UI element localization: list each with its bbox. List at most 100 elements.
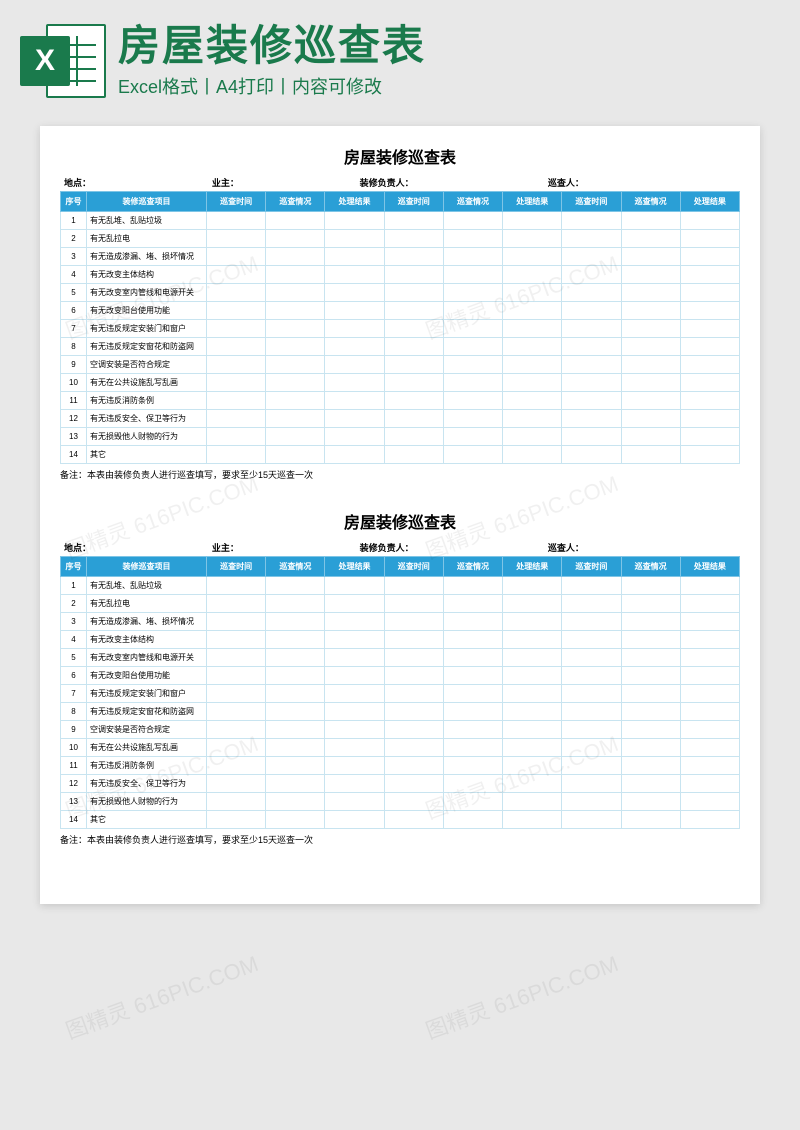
empty-cell <box>503 811 562 829</box>
empty-cell <box>207 446 266 464</box>
empty-cell <box>562 775 621 793</box>
column-header: 巡查时间 <box>384 557 443 577</box>
empty-cell <box>266 811 325 829</box>
empty-cell <box>266 266 325 284</box>
empty-cell <box>443 428 502 446</box>
empty-cell <box>503 392 562 410</box>
empty-cell <box>384 284 443 302</box>
empty-cell <box>680 230 739 248</box>
empty-cell <box>207 230 266 248</box>
empty-cell <box>621 739 680 757</box>
row-item: 空调安装是否符合规定 <box>87 356 207 374</box>
table-row: 10有无在公共设施乱写乱画 <box>61 374 740 392</box>
empty-cell <box>325 248 384 266</box>
empty-cell <box>621 320 680 338</box>
row-item: 有无改变主体结构 <box>87 631 207 649</box>
empty-cell <box>621 775 680 793</box>
row-item: 有无造成渗漏、堵、损坏情况 <box>87 248 207 266</box>
empty-cell <box>562 302 621 320</box>
row-item: 其它 <box>87 811 207 829</box>
empty-cell <box>443 613 502 631</box>
info-label: 装修负责人： <box>360 541 548 554</box>
row-item: 有无违反规定安装门和窗户 <box>87 685 207 703</box>
row-seq: 10 <box>61 739 87 757</box>
empty-cell <box>384 595 443 613</box>
empty-cell <box>325 613 384 631</box>
empty-cell <box>680 320 739 338</box>
empty-cell <box>680 685 739 703</box>
empty-cell <box>443 685 502 703</box>
empty-cell <box>325 811 384 829</box>
row-item: 有无在公共设施乱写乱画 <box>87 739 207 757</box>
empty-cell <box>680 284 739 302</box>
row-seq: 7 <box>61 685 87 703</box>
empty-cell <box>325 320 384 338</box>
empty-cell <box>621 649 680 667</box>
inspection-table: 序号装修巡查项目巡查时间巡查情况处理结果巡查时间巡查情况处理结果巡查时间巡查情况… <box>60 556 740 829</box>
empty-cell <box>384 631 443 649</box>
empty-cell <box>621 446 680 464</box>
empty-cell <box>325 649 384 667</box>
row-item: 有无违反规定安窗花和防盗网 <box>87 338 207 356</box>
empty-cell <box>443 577 502 595</box>
empty-cell <box>325 230 384 248</box>
empty-cell <box>680 446 739 464</box>
row-seq: 4 <box>61 266 87 284</box>
column-header: 处理结果 <box>325 192 384 212</box>
empty-cell <box>207 793 266 811</box>
table-row: 5有无改变室内管线和电源开关 <box>61 649 740 667</box>
empty-cell <box>562 703 621 721</box>
empty-cell <box>207 320 266 338</box>
empty-cell <box>266 613 325 631</box>
table-row: 6有无改变阳台使用功能 <box>61 667 740 685</box>
empty-cell <box>384 302 443 320</box>
table-row: 1有无乱堆、乱贴垃圾 <box>61 212 740 230</box>
empty-cell <box>562 577 621 595</box>
empty-cell <box>503 703 562 721</box>
row-seq: 5 <box>61 649 87 667</box>
empty-cell <box>384 811 443 829</box>
table-row: 14其它 <box>61 811 740 829</box>
empty-cell <box>384 613 443 631</box>
column-header: 装修巡查项目 <box>87 557 207 577</box>
empty-cell <box>266 212 325 230</box>
empty-cell <box>503 212 562 230</box>
row-seq: 2 <box>61 595 87 613</box>
empty-cell <box>503 649 562 667</box>
empty-cell <box>384 649 443 667</box>
empty-cell <box>325 446 384 464</box>
empty-cell <box>207 356 266 374</box>
empty-cell <box>266 631 325 649</box>
row-seq: 9 <box>61 721 87 739</box>
empty-cell <box>621 338 680 356</box>
empty-cell <box>384 266 443 284</box>
empty-cell <box>562 428 621 446</box>
table-row: 9空调安装是否符合规定 <box>61 356 740 374</box>
empty-cell <box>443 793 502 811</box>
empty-cell <box>680 721 739 739</box>
row-seq: 10 <box>61 374 87 392</box>
empty-cell <box>266 284 325 302</box>
table-row: 2有无乱拉电 <box>61 595 740 613</box>
empty-cell <box>266 721 325 739</box>
empty-cell <box>443 446 502 464</box>
empty-cell <box>266 685 325 703</box>
info-label: 地点： <box>64 176 212 189</box>
excel-icon: X <box>20 18 106 104</box>
empty-cell <box>266 649 325 667</box>
empty-cell <box>503 356 562 374</box>
column-header: 巡查情况 <box>621 192 680 212</box>
empty-cell <box>266 410 325 428</box>
empty-cell <box>503 428 562 446</box>
empty-cell <box>266 320 325 338</box>
column-header: 巡查情况 <box>443 192 502 212</box>
empty-cell <box>325 356 384 374</box>
empty-cell <box>443 703 502 721</box>
empty-cell <box>562 266 621 284</box>
row-item: 有无违反规定安装门和窗户 <box>87 320 207 338</box>
row-seq: 6 <box>61 667 87 685</box>
empty-cell <box>621 703 680 721</box>
empty-cell <box>680 595 739 613</box>
empty-cell <box>384 356 443 374</box>
table-row: 6有无改变阳台使用功能 <box>61 302 740 320</box>
